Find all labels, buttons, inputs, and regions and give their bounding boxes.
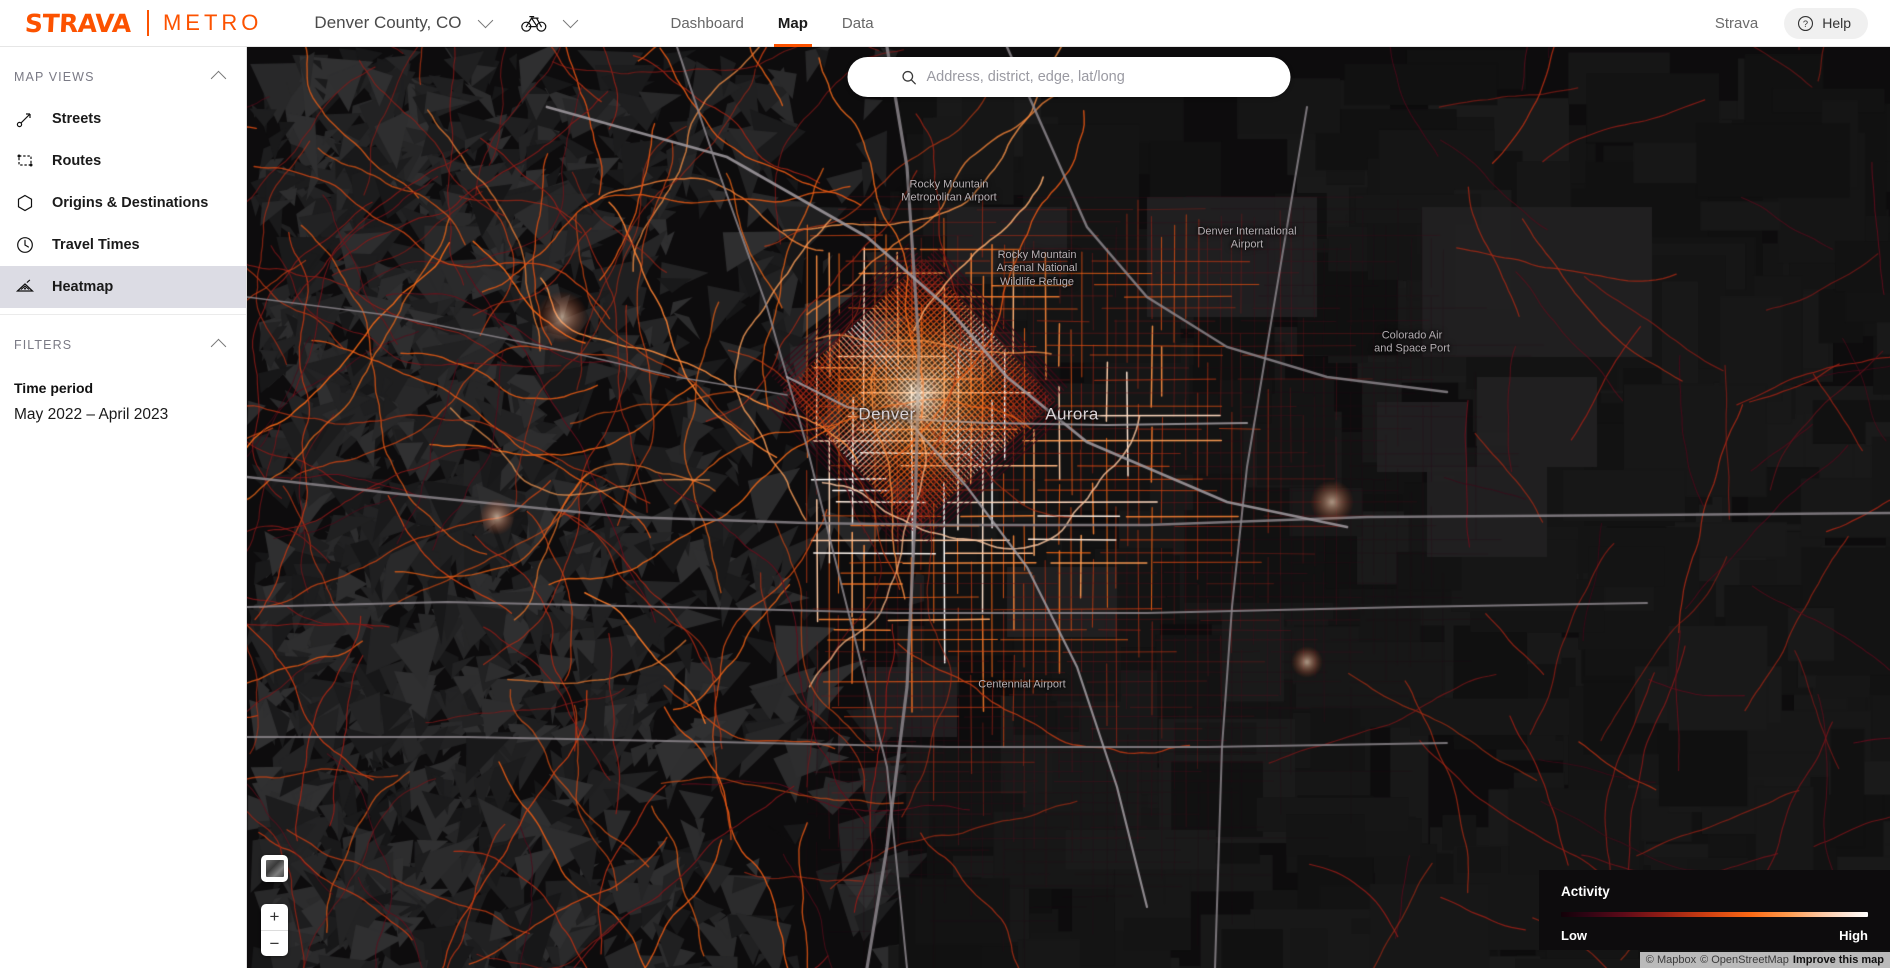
map-style-toggle-button[interactable] [261, 855, 288, 882]
tab-dashboard[interactable]: Dashboard [671, 0, 744, 47]
time-period-value[interactable]: May 2022 – April 2023 [14, 406, 232, 424]
help-button[interactable]: ? Help [1784, 7, 1868, 39]
street-segment-icon [14, 108, 36, 130]
sidebar-item-label: Streets [52, 111, 102, 127]
attribution-mapbox[interactable]: © Mapbox [1646, 954, 1696, 966]
attribution-osm[interactable]: © OpenStreetMap [1700, 954, 1789, 966]
map-views-section-header[interactable]: MAP VIEWS [0, 47, 246, 98]
sidebar-item-heatmap[interactable]: Heatmap [0, 266, 246, 308]
attribution-improve-link[interactable]: Improve this map [1793, 954, 1884, 966]
filters-section-header[interactable]: FILTERS [0, 315, 246, 366]
brand-divider [146, 10, 149, 36]
activity-legend: Activity Low High [1539, 870, 1890, 950]
map-viewport[interactable]: Rocky Mountain Metropolitan Airport Rocky… [247, 47, 1890, 968]
main-nav: Dashboard Map Data [671, 0, 908, 47]
tab-map[interactable]: Map [773, 0, 812, 47]
heatmap-canvas[interactable] [247, 47, 1890, 968]
sidebar-item-travel-times[interactable]: Travel Times [0, 224, 246, 266]
filters-title: FILTERS [14, 337, 73, 352]
chevron-down-icon [562, 12, 578, 29]
filter-time-period: Time period May 2022 – April 2023 [0, 366, 246, 424]
map-attribution: © Mapbox © OpenStreetMap Improve this ma… [1639, 952, 1890, 968]
chevron-down-icon [477, 12, 493, 29]
map-views-title: MAP VIEWS [14, 69, 95, 84]
clock-icon [14, 234, 36, 256]
zoom-in-button[interactable]: + [261, 904, 288, 930]
sidebar-item-streets[interactable]: Streets [0, 98, 246, 140]
legend-high-label: High [1839, 928, 1868, 943]
search-input[interactable] [926, 69, 1237, 85]
sidebar-item-label: Routes [52, 153, 102, 169]
tab-data[interactable]: Data [842, 0, 874, 47]
brand-strava-text: STRAVA [24, 8, 132, 38]
chevron-up-icon[interactable] [210, 338, 227, 355]
app-header: STRAVA METRO Denver County, CO Dashboard… [0, 0, 1890, 47]
region-selector[interactable]: Denver County, CO [314, 12, 493, 33]
sidebar-item-routes[interactable]: Routes [0, 140, 246, 182]
zoom-out-button[interactable]: − [261, 930, 288, 956]
bicycle-icon [520, 16, 546, 32]
brand-metro-text: METRO [162, 10, 263, 35]
dashed-route-icon [14, 150, 36, 172]
zoom-controls: + − [261, 904, 288, 956]
brand-logo[interactable]: STRAVA METRO [24, 8, 263, 38]
strava-account-link[interactable]: Strava [1715, 15, 1758, 32]
region-name: Denver County, CO [314, 13, 462, 32]
help-label: Help [1822, 15, 1851, 31]
svg-text:?: ? [1803, 19, 1808, 29]
legend-title: Activity [1561, 884, 1610, 899]
sidebar-item-label: Origins & Destinations [52, 195, 209, 211]
legend-scale: Low High [1561, 928, 1868, 943]
legend-gradient-bar [1561, 912, 1868, 917]
map-search-bar[interactable] [847, 57, 1290, 97]
search-icon [902, 70, 916, 84]
sidebar-item-origins-destinations[interactable]: Origins & Destinations [0, 182, 246, 224]
sidebar-item-label: Heatmap [52, 279, 114, 295]
sidebar: MAP VIEWS Streets Routes Origins & Desti… [0, 47, 247, 968]
time-period-label: Time period [14, 380, 94, 396]
hexagon-icon [14, 192, 36, 214]
question-circle-icon: ? [1798, 15, 1814, 31]
legend-low-label: Low [1561, 928, 1587, 943]
activity-type-selector[interactable] [520, 12, 578, 33]
header-right-group: Strava ? Help [1715, 7, 1868, 39]
heatmap-contour-icon [14, 276, 36, 298]
chevron-up-icon[interactable] [210, 70, 227, 87]
sidebar-item-label: Travel Times [52, 237, 140, 253]
map-style-icon [265, 860, 284, 877]
